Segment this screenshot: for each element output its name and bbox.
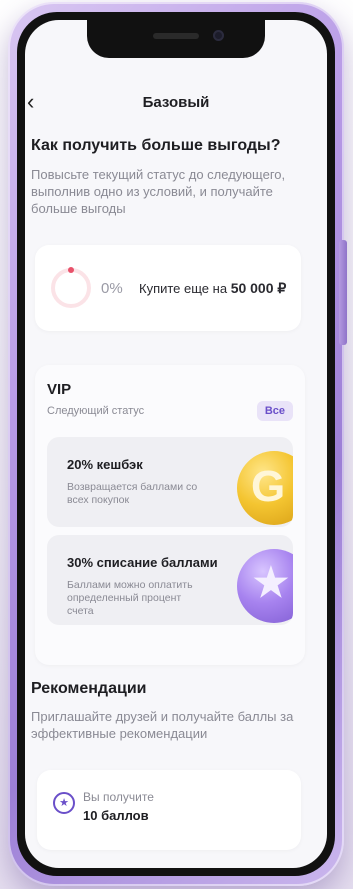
status-progress-card: 0% Купите еще на 50 000 ₽ <box>35 245 301 331</box>
reward-value: 10 баллов <box>83 808 149 823</box>
benefit-title: 20% кешбэк <box>67 457 143 472</box>
purchase-requirement-prefix: Купите еще на <box>139 281 228 296</box>
progress-percent: 0% <box>101 280 123 297</box>
purple-star-coin-icon: ★ <box>237 549 293 623</box>
phone-notch <box>87 20 265 58</box>
coin-logo-icon: G <box>251 462 286 511</box>
phone-side-button <box>339 240 347 345</box>
next-status-name: VIP <box>47 381 72 398</box>
benefit-card-points-payment[interactable]: 30% списание баллами Баллами можно оплат… <box>47 535 293 625</box>
page-title: Базовый <box>142 94 210 111</box>
speaker <box>153 33 199 39</box>
purchase-amount: 50 000 ₽ <box>230 280 287 296</box>
progress-ring-icon <box>51 267 91 308</box>
app-screen: ‹ Базовый Как получить больше выгоды? По… <box>25 20 327 868</box>
next-status-section: VIP Следующий статус Все 20% кешбэк Возв… <box>35 365 305 665</box>
reward-label: Вы получите <box>83 790 154 804</box>
star-circle-icon: ★ <box>53 792 75 814</box>
next-status-subtitle: Следующий статус <box>47 405 145 417</box>
benefits-heading: Как получить больше выгоды? <box>31 137 281 154</box>
recommendations-title: Рекомендации <box>31 680 147 697</box>
benefit-description: Возвращается баллами со всех покупок <box>67 481 198 506</box>
purchase-requirement: Купите еще на 50 000 ₽ <box>139 280 286 297</box>
recommendations-description: Приглашайте друзей и получайте баллы за … <box>31 709 294 741</box>
camera <box>213 30 224 41</box>
all-statuses-button[interactable]: Все <box>256 401 293 421</box>
star-icon: ★ <box>253 561 289 605</box>
reward-card[interactable]: ★ Вы получите 10 баллов <box>37 770 301 850</box>
benefit-description: Баллами можно оплатить определенный проц… <box>67 579 193 617</box>
gold-coin-icon: G <box>237 451 293 525</box>
benefits-description: Повысьте текущий статус до следующего, в… <box>31 167 286 216</box>
benefit-card-cashback[interactable]: 20% кешбэк Возвращается баллами со всех … <box>47 437 293 527</box>
benefit-title: 30% списание баллами <box>67 555 218 570</box>
